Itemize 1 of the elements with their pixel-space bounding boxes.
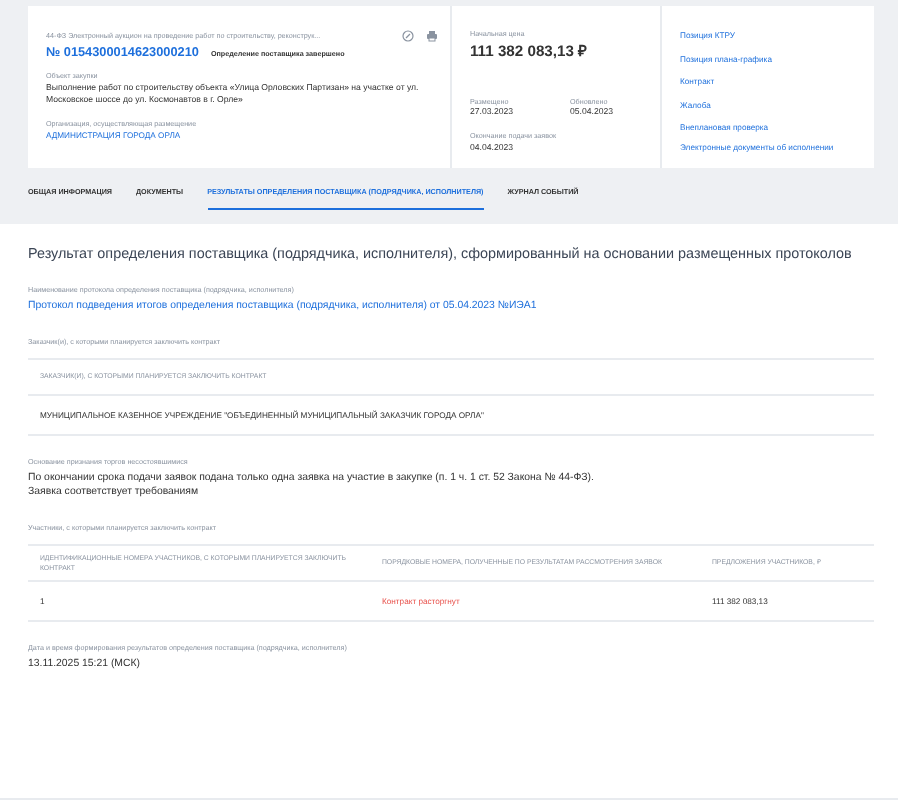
- printer-icon[interactable]: [426, 30, 438, 42]
